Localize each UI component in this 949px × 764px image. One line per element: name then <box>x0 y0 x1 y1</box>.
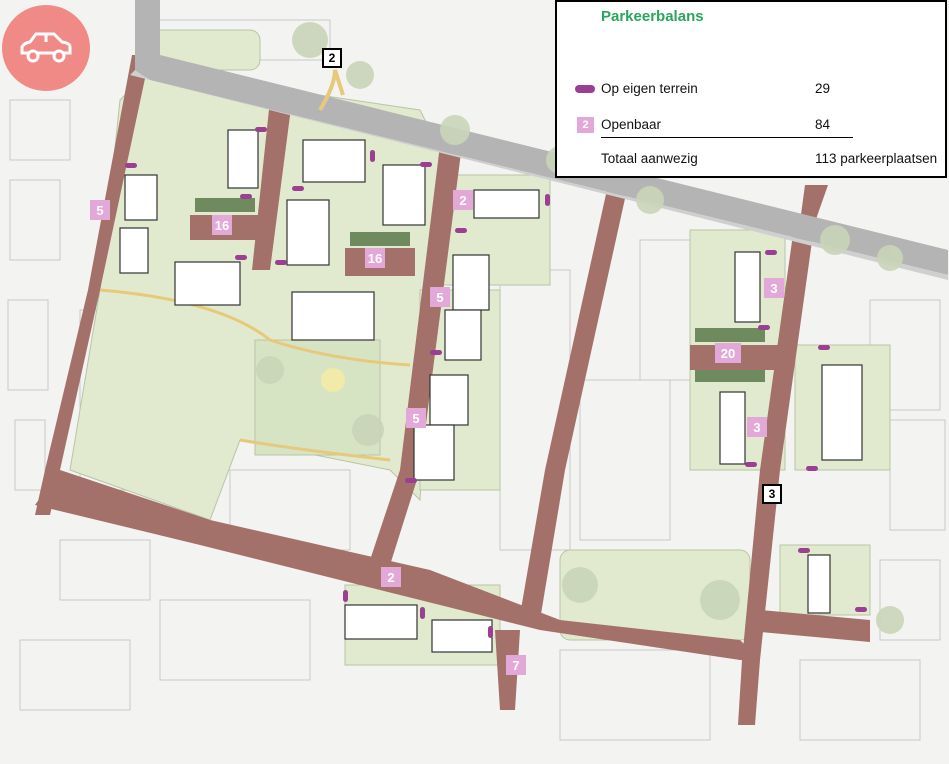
legend-row-public: 2 Openbaar 84 <box>557 115 949 135</box>
private-parking-swatch <box>575 85 595 93</box>
legend-row-total: Totaal aanwezig 113 parkeerplaatsen <box>557 149 949 169</box>
legend-divider <box>601 137 853 138</box>
legend-title: Parkeerbalans <box>601 8 704 25</box>
parking-count-south-street: 2 <box>381 567 401 587</box>
parking-count-street-center-lower: 5 <box>406 408 426 428</box>
legend-label: Openbaar <box>601 117 662 132</box>
car-glyph <box>20 32 72 63</box>
legend-value: 84 <box>815 117 831 132</box>
parking-balance-legend: Parkeerbalans Op eigen terrein 29 2 Open… <box>555 0 947 178</box>
legend-value: 113 parkeerplaatsen <box>815 151 938 166</box>
car-icon <box>2 5 90 91</box>
access-marker-east: 3 <box>762 484 782 504</box>
parking-count-courtyard-center: 16 <box>365 248 385 268</box>
public-parking-swatch: 2 <box>577 117 594 133</box>
parking-count-west-street: 5 <box>90 200 110 220</box>
access-marker-north: 2 <box>322 48 342 68</box>
parking-count-courtyard-west: 16 <box>212 215 232 235</box>
parking-count-street-top-center: 2 <box>453 190 473 210</box>
parking-count-east-middle: 3 <box>747 417 767 437</box>
parking-count-east-top: 3 <box>764 278 784 298</box>
parking-count-street-center-upper: 5 <box>430 287 450 307</box>
legend-row-own-terrain: Op eigen terrein 29 <box>557 79 949 99</box>
legend-value: 29 <box>815 81 831 96</box>
site-plan-map: 5 16 16 2 5 5 2 7 3 20 3 2 3 Parkeerbala… <box>0 0 949 764</box>
parking-count-east-courtyard: 20 <box>715 343 741 363</box>
parking-count-south-corner: 7 <box>506 655 526 675</box>
legend-label: Op eigen terrein <box>601 81 698 96</box>
legend-label: Totaal aanwezig <box>601 151 698 166</box>
